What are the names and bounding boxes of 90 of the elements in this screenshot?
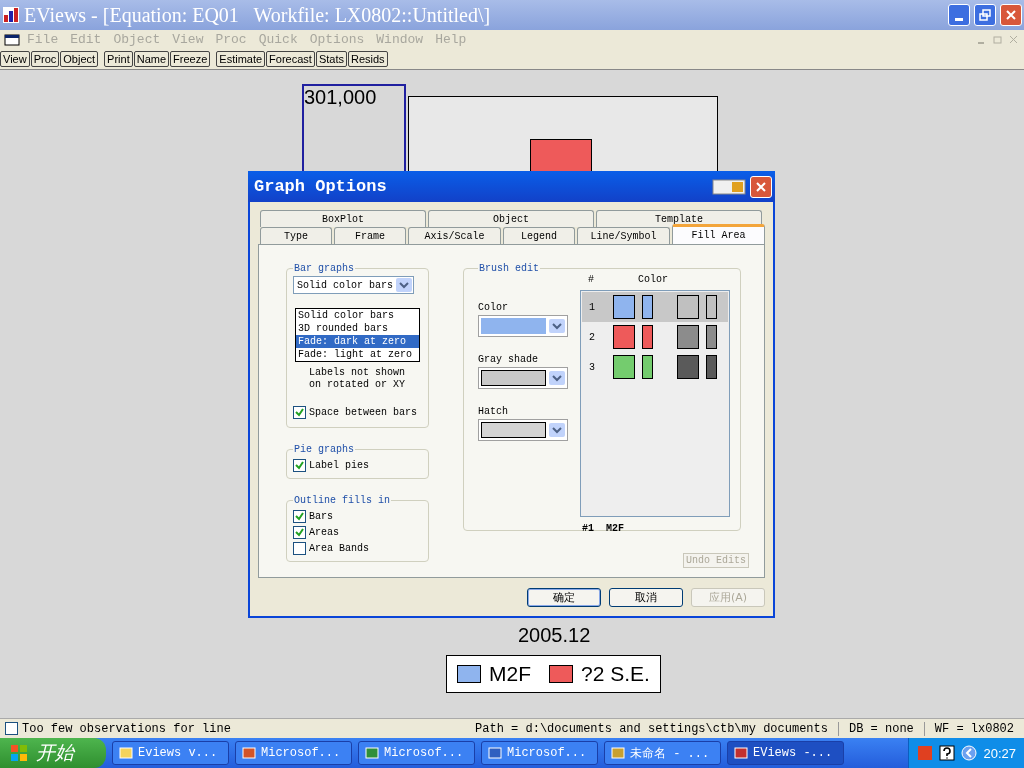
app-icon — [365, 746, 379, 760]
dialog-button[interactable]: 确定 — [527, 588, 601, 607]
toolbar-button[interactable]: Estimate — [216, 51, 266, 67]
brush-row[interactable]: 1 — [582, 292, 728, 322]
tab[interactable]: BoxPlot — [260, 210, 426, 227]
status-path: Path = d:\documents and settings\ctb\my documents — [474, 721, 829, 736]
toolbar-button[interactable]: Proc — [30, 51, 60, 67]
status-db: DB = none — [837, 721, 924, 736]
app-icon — [488, 746, 502, 760]
checkbox-label: Areas — [309, 527, 339, 538]
app-icon — [734, 746, 748, 760]
brush-dropdown[interactable] — [478, 367, 568, 389]
footer-text: #1 — [582, 523, 594, 534]
column-header: # — [587, 274, 595, 287]
tab[interactable]: Axis/Scale — [408, 227, 501, 244]
minimize-button[interactable] — [948, 4, 970, 26]
restore-icon — [979, 9, 991, 21]
checkbox-label: Label pies — [309, 460, 369, 471]
narrow-swatch — [706, 325, 717, 349]
checkbox[interactable] — [293, 406, 306, 419]
checkbox[interactable] — [293, 526, 306, 539]
toolbar-button[interactable]: Print — [104, 51, 133, 67]
field-label: Gray shade — [478, 354, 539, 365]
dialog-button[interactable]: 取消 — [609, 588, 683, 607]
brush-row[interactable]: 3 — [582, 352, 728, 382]
close-button[interactable] — [1000, 4, 1022, 26]
windows-logo-icon — [10, 744, 28, 762]
narrow-swatch — [642, 325, 653, 349]
tab[interactable]: Type — [260, 227, 332, 244]
taskbar-button[interactable]: Microsof... — [481, 741, 598, 765]
dropdown[interactable]: Solid color bars — [293, 276, 414, 294]
checkbox-icon — [5, 722, 18, 735]
dropdown-option[interactable]: Fade: dark at zero — [296, 335, 419, 348]
legend-label: ?2 S.E. — [581, 662, 650, 686]
folder-icon — [119, 746, 133, 760]
footer-text: M2F — [606, 523, 625, 534]
group-title: Brush edit — [478, 263, 540, 274]
minimize-icon — [955, 17, 963, 21]
tab[interactable]: Line/Symbol — [577, 227, 670, 244]
toolbar-button[interactable]: Resids — [347, 51, 388, 67]
toolbar-button[interactable]: Freeze — [170, 51, 211, 67]
toolbar-button[interactable]: View — [0, 51, 30, 67]
help-icon[interactable] — [939, 745, 956, 761]
taskbar-button[interactable]: 未命名 - ... — [604, 741, 721, 765]
row-number: 1 — [589, 301, 596, 313]
narrow-swatch — [642, 355, 653, 379]
axis-label: 2005.12 — [518, 624, 592, 647]
keyboard-icon[interactable] — [712, 178, 746, 195]
toolbar-button[interactable]: Name — [133, 51, 170, 67]
narrow-swatch — [706, 355, 717, 379]
tab[interactable]: Fill Area — [672, 224, 765, 244]
close-button[interactable] — [750, 175, 772, 198]
taskbar-button[interactable]: EViews -... — [727, 741, 844, 765]
row-number: 3 — [589, 361, 596, 373]
tab[interactable]: Frame — [334, 227, 406, 244]
field-label: Color — [478, 302, 509, 313]
window-controls-icon — [976, 34, 1020, 45]
column-header: Color — [638, 274, 669, 287]
checkbox[interactable] — [293, 510, 306, 523]
app-icon — [611, 746, 625, 760]
app-icon — [242, 746, 256, 760]
status-wf: WF = lx0802 — [923, 721, 1024, 736]
toolbar-button[interactable]: Object — [60, 51, 99, 67]
window-title: EViews - [Equation: EQ01 Workfile: LX0802::Untitled\] — [24, 3, 492, 27]
checkbox-label: Bars — [309, 511, 333, 522]
taskbar-button[interactable]: Microsof... — [358, 741, 475, 765]
checkbox-label: Area Bands — [309, 543, 369, 554]
document-icon — [4, 33, 20, 46]
tab[interactable]: Object — [428, 210, 594, 227]
brush-row[interactable]: 2 — [582, 322, 728, 352]
tab[interactable]: Legend — [503, 227, 575, 244]
note-text: Labels not shown on rotated or XY — [308, 367, 406, 391]
brush-dropdown[interactable] — [478, 419, 568, 441]
toolbar-button[interactable]: Forecast — [266, 51, 315, 67]
close-icon — [1005, 9, 1017, 21]
status-message: Too few observations for line — [22, 721, 231, 736]
narrow-swatch — [642, 295, 653, 319]
taskbar-button[interactable]: Eviews v... — [112, 741, 229, 765]
row-number: 2 — [589, 331, 596, 343]
taskbar-button[interactable]: Microsof... — [235, 741, 352, 765]
restore-button[interactable] — [974, 4, 996, 26]
checkbox[interactable] — [293, 459, 306, 472]
field-label: Hatch — [478, 406, 509, 417]
clock: 20:27 — [983, 745, 1016, 761]
toolbar-button[interactable]: Stats — [315, 51, 347, 67]
narrow-swatch — [706, 295, 717, 319]
checkbox[interactable] — [293, 542, 306, 555]
close-icon — [755, 180, 767, 193]
app-icon — [2, 6, 20, 24]
legend-label: M2F — [489, 662, 531, 686]
